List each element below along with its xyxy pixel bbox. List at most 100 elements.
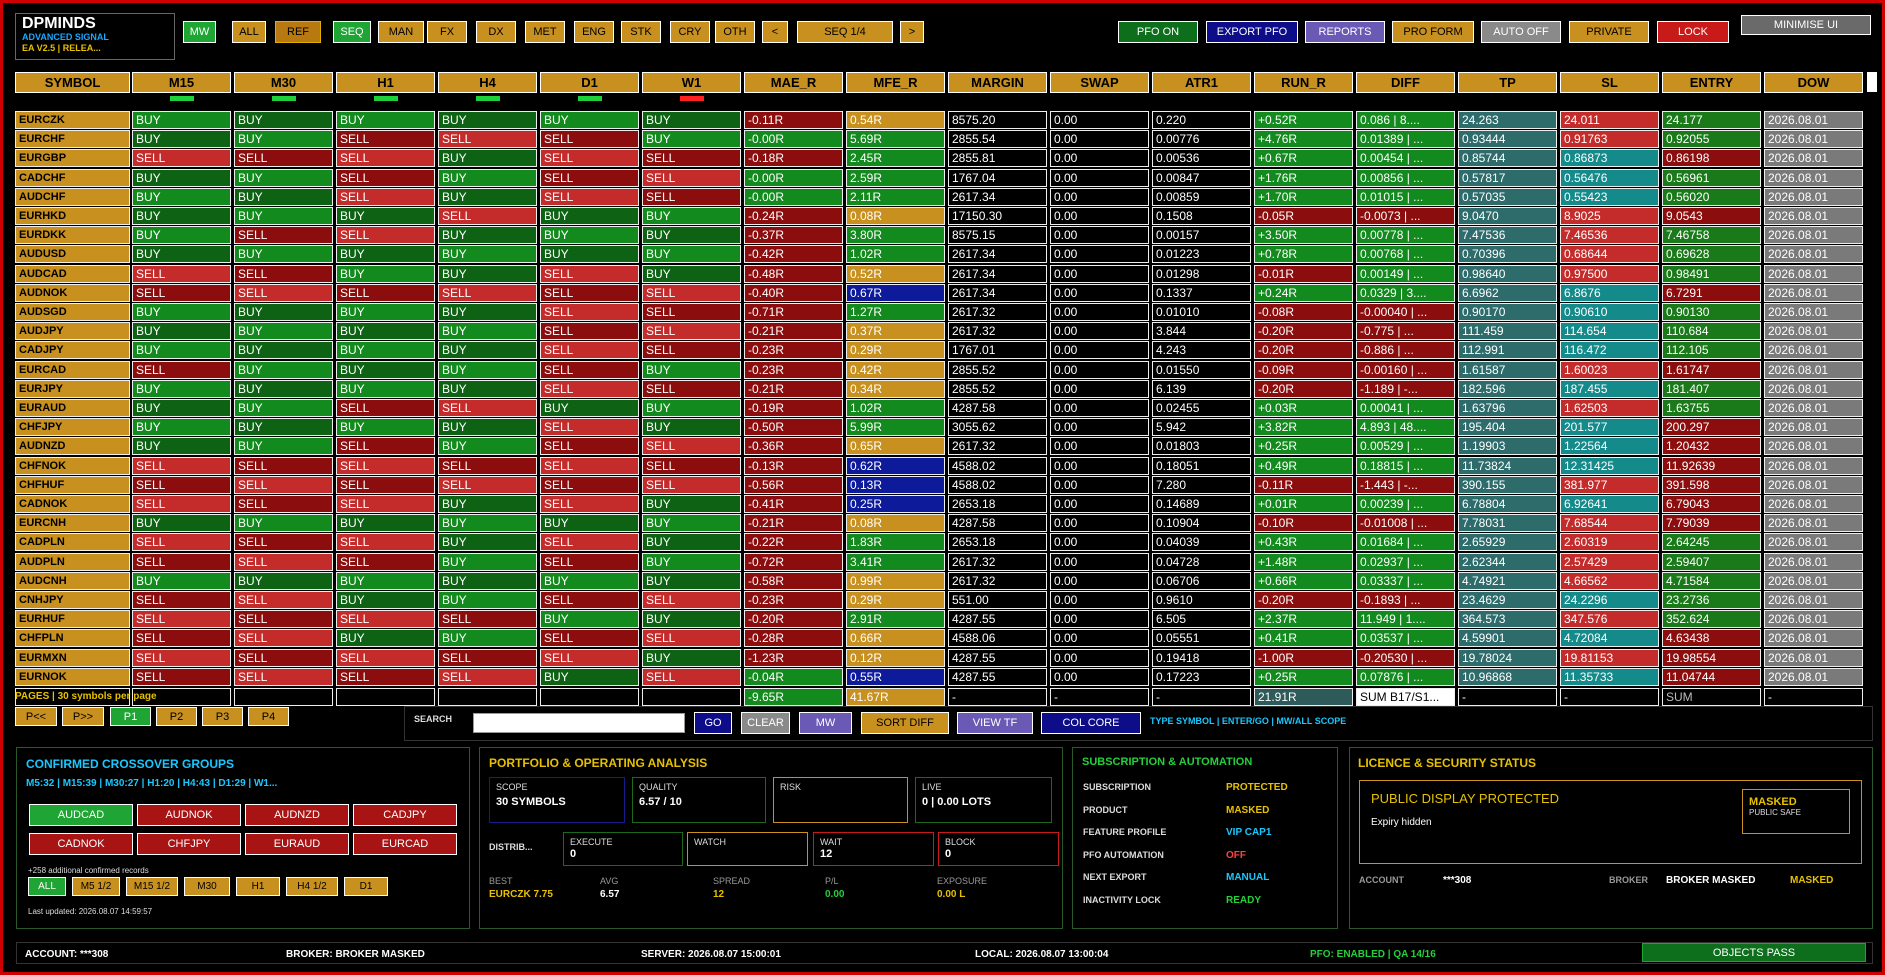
filter-met[interactable]: MET <box>525 21 565 43</box>
scrollbar-handle[interactable] <box>1867 72 1877 92</box>
crossover-tf-h1[interactable]: H1 <box>236 877 280 896</box>
symbol-cell[interactable]: EURNOK <box>15 667 130 686</box>
crossover-tf-h4-1-2[interactable]: H4 1/2 <box>286 877 338 896</box>
symbol-cell[interactable]: EURHUF <box>15 610 130 629</box>
symbol-cell[interactable]: EURHKD <box>15 207 130 225</box>
col-header-dow[interactable]: DOW <box>1764 72 1863 93</box>
symbol-cell[interactable]: CNHJPY <box>15 591 130 609</box>
col-header-atr1[interactable]: ATR1 <box>1152 72 1251 93</box>
col-core-button[interactable]: COL CORE <box>1041 712 1141 734</box>
filter-cry[interactable]: CRY <box>670 21 710 43</box>
col-header-entry[interactable]: ENTRY <box>1662 72 1761 93</box>
symbol-cell[interactable]: CADPLN <box>15 533 130 552</box>
col-header-mae-r[interactable]: MAE_R <box>744 72 843 93</box>
filter-all[interactable]: ALL <box>232 21 266 43</box>
export-pfo-button[interactable]: EXPORT PFO <box>1206 21 1298 43</box>
view-tf-button[interactable]: VIEW TF <box>957 712 1033 734</box>
pro-form-button[interactable]: PRO FORM <box>1392 21 1474 43</box>
filter-mw[interactable]: MW <box>183 21 216 43</box>
col-header-run-r[interactable]: RUN_R <box>1254 72 1353 93</box>
col-header-w1[interactable]: W1 <box>642 72 741 93</box>
symbol-cell[interactable]: EURAUD <box>15 399 130 417</box>
page-button-p4[interactable]: P4 <box>248 707 289 726</box>
col-header-diff[interactable]: DIFF <box>1356 72 1455 93</box>
symbol-cell[interactable]: AUDJPY <box>15 322 130 341</box>
symbol-cell[interactable]: EURDKK <box>15 226 130 245</box>
symbol-cell[interactable]: EURMXN <box>15 648 130 667</box>
symbol-cell[interactable]: AUDNOK <box>15 283 130 302</box>
filter-dx[interactable]: DX <box>476 21 516 43</box>
col-header-h4[interactable]: H4 <box>438 72 537 93</box>
crossover-symbol-cadjpy[interactable]: CADJPY <box>353 804 457 826</box>
symbol-cell[interactable]: EURJPY <box>15 379 130 398</box>
symbol-cell[interactable]: CHFNOK <box>15 456 130 475</box>
search-input[interactable] <box>473 713 685 733</box>
search-go-button[interactable]: GO <box>694 712 732 734</box>
crossover-symbol-cadnok[interactable]: CADNOK <box>29 833 133 855</box>
crossover-symbol-audnok[interactable]: AUDNOK <box>137 804 241 826</box>
symbol-cell[interactable]: AUDNZD <box>15 437 130 456</box>
symbol-cell[interactable]: AUDCNH <box>15 571 130 590</box>
lock-button[interactable]: LOCK <box>1657 21 1729 43</box>
page-next-button[interactable]: P>> <box>62 707 104 726</box>
crossover-tf-all[interactable]: ALL <box>28 877 66 896</box>
symbol-cell[interactable]: EURCAD <box>15 360 130 379</box>
crossover-symbol-euraud[interactable]: EURAUD <box>245 833 349 855</box>
symbol-cell[interactable]: CHFPLN <box>15 629 130 648</box>
pfo-toggle-button[interactable]: PFO ON <box>1118 21 1198 43</box>
symbol-cell[interactable]: AUDSGD <box>15 303 130 321</box>
objects-pass-button[interactable]: OBJECTS PASS <box>1642 943 1866 962</box>
symbol-cell[interactable]: CADNOK <box>15 495 130 513</box>
symbol-cell[interactable]: CHFHUF <box>15 475 130 494</box>
col-header-sl[interactable]: SL <box>1560 72 1659 93</box>
search-clear-button[interactable]: CLEAR <box>741 712 790 734</box>
private-button[interactable]: PRIVATE <box>1569 21 1649 43</box>
minimise-ui-button[interactable]: MINIMISE UI <box>1741 15 1871 35</box>
seq-next-button[interactable]: > <box>900 21 924 43</box>
col-header-m15[interactable]: M15 <box>132 72 231 93</box>
col-header-margin[interactable]: MARGIN <box>948 72 1047 93</box>
symbol-cell[interactable]: AUDUSD <box>15 245 130 264</box>
symbol-cell[interactable]: CADCHF <box>15 168 130 187</box>
filter-fx[interactable]: FX <box>427 21 467 43</box>
col-header-h1[interactable]: H1 <box>336 72 435 93</box>
crossover-symbol-chfjpy[interactable]: CHFJPY <box>137 833 241 855</box>
symbol-cell[interactable]: AUDCHF <box>15 187 130 206</box>
filter-eng[interactable]: ENG <box>574 21 614 43</box>
filter-stk[interactable]: STK <box>621 21 661 43</box>
symbol-cell[interactable]: EURGBP <box>15 149 130 168</box>
col-header-mfe-r[interactable]: MFE_R <box>846 72 945 93</box>
mw-scope-button[interactable]: MW <box>799 712 852 734</box>
auto-toggle-button[interactable]: AUTO OFF <box>1481 21 1561 43</box>
symbol-cell[interactable]: EURCZK <box>15 111 130 129</box>
col-header-m30[interactable]: M30 <box>234 72 333 93</box>
symbol-cell[interactable]: AUDCAD <box>15 264 130 283</box>
crossover-symbol-audcad[interactable]: AUDCAD <box>29 804 133 826</box>
symbol-cell[interactable]: CADJPY <box>15 341 130 360</box>
symbol-cell[interactable]: AUDPLN <box>15 552 130 571</box>
crossover-symbol-audnzd[interactable]: AUDNZD <box>245 804 349 826</box>
symbol-cell[interactable]: EURCHF <box>15 130 130 149</box>
crossover-symbol-eurcad[interactable]: EURCAD <box>353 833 457 855</box>
crossover-tf-d1[interactable]: D1 <box>344 877 388 896</box>
seq-prev-button[interactable]: < <box>762 21 788 43</box>
filter-seq[interactable]: SEQ <box>333 21 371 43</box>
filter-man[interactable]: MAN <box>378 21 424 43</box>
crossover-tf-m30[interactable]: M30 <box>184 877 230 896</box>
filter-ref[interactable]: REF <box>275 21 321 43</box>
col-header-tp[interactable]: TP <box>1458 72 1557 93</box>
crossover-tf-m5-1-2[interactable]: M5 1/2 <box>72 877 120 896</box>
col-header-d1[interactable]: D1 <box>540 72 639 93</box>
col-header-swap[interactable]: SWAP <box>1050 72 1149 93</box>
filter-oth[interactable]: OTH <box>715 21 755 43</box>
page-first-button[interactable]: P<< <box>15 707 57 726</box>
sort-diff-button[interactable]: SORT DIFF <box>861 712 949 734</box>
symbol-cell[interactable]: CHFJPY <box>15 418 130 437</box>
page-button-p3[interactable]: P3 <box>202 707 243 726</box>
crossover-tf-m15-1-2[interactable]: M15 1/2 <box>126 877 178 896</box>
page-button-p1[interactable]: P1 <box>110 707 151 726</box>
seq-page-indicator[interactable]: SEQ 1/4 <box>797 21 893 43</box>
reports-button[interactable]: REPORTS <box>1305 21 1385 43</box>
symbol-cell[interactable]: EURCNH <box>15 514 130 533</box>
page-button-p2[interactable]: P2 <box>156 707 197 726</box>
